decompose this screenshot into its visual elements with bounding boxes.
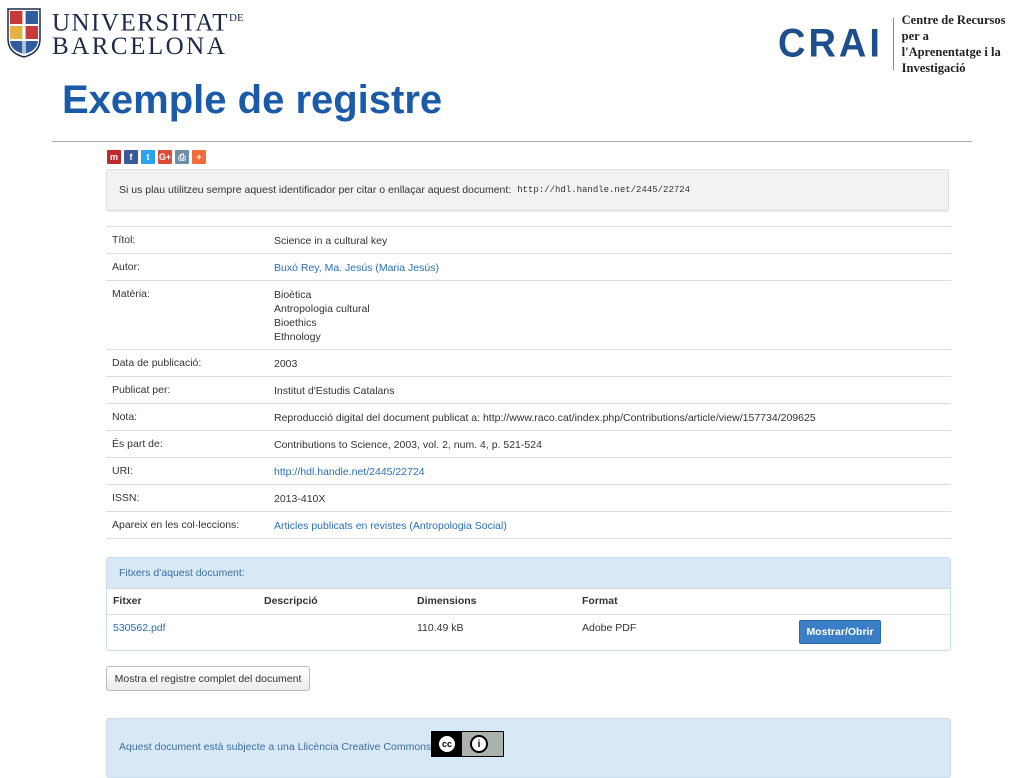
show-open-button[interactable]: Mostrar/Obrir bbox=[799, 620, 881, 644]
files-row-divider bbox=[107, 614, 950, 615]
metadata-row: Títol: Science in a cultural key bbox=[106, 227, 951, 254]
print-icon[interactable]: ⎙ bbox=[175, 150, 189, 164]
files-panel: Fitxers d'aquest document: Fitxer Descri… bbox=[106, 557, 951, 651]
title-divider bbox=[52, 141, 972, 142]
metadata-row: Publicat per: Institut d'Estudis Catalans bbox=[106, 377, 951, 404]
crai-subtitle-line1: Centre de Recursos per a bbox=[901, 13, 1006, 43]
metadata-label: Publicat per: bbox=[112, 384, 171, 396]
identifier-url[interactable]: http://hdl.handle.net/2445/22724 bbox=[517, 185, 690, 195]
metadata-label: Autor: bbox=[112, 261, 141, 273]
crai-subtitle-line2: l'Aprenentatge i la Investigació bbox=[901, 45, 1001, 75]
file-size: 110.49 kB bbox=[417, 622, 464, 634]
metadata-link[interactable]: http://hdl.handle.net/2445/22724 bbox=[274, 465, 951, 479]
more-icon[interactable]: + bbox=[192, 150, 206, 164]
ub-name-de: DE bbox=[229, 12, 244, 24]
files-panel-heading: Fitxers d'aquest document: bbox=[107, 558, 950, 589]
metadata-value: 2003 bbox=[274, 358, 298, 370]
identifier-text: Si us plau utilitzeu sempre aquest ident… bbox=[119, 184, 512, 196]
ub-logo[interactable]: UNIVERSITATDE BARCELONA bbox=[6, 6, 244, 59]
attribution-icon: i bbox=[470, 735, 488, 753]
col-header-file: Fitxer bbox=[113, 595, 142, 607]
metadata-link[interactable]: Articles publicats en revistes (Antropol… bbox=[274, 519, 951, 533]
metadata-value: Contributions to Science, 2003, vol. 2, … bbox=[274, 439, 542, 451]
metadata-value: Science in a cultural key bbox=[274, 235, 388, 247]
metadata-row: Data de publicació: 2003 bbox=[106, 350, 951, 377]
col-header-format: Format bbox=[582, 595, 618, 607]
ub-name-line1: UNIVERSITAT bbox=[52, 9, 229, 37]
metadata-value: Bioethics bbox=[274, 317, 317, 329]
show-full-record-button[interactable]: Mostra el registre complet del document bbox=[106, 666, 310, 691]
metadata-value: Ethnology bbox=[274, 331, 321, 343]
metadata-label: Títol: bbox=[112, 234, 136, 246]
page-title: Exemple de registre bbox=[62, 78, 443, 122]
license-panel: Aquest document està subjecte a una Llic… bbox=[106, 718, 951, 778]
metadata-value: 2013-410X bbox=[274, 493, 326, 505]
metadata-label: Data de publicació: bbox=[112, 357, 202, 369]
metadata-label: Apareix en les col·leccions: bbox=[112, 519, 240, 531]
col-header-dimensions: Dimensions bbox=[417, 595, 477, 607]
ub-shield-icon bbox=[7, 7, 41, 58]
identifier-box: Si us plau utilitzeu sempre aquest ident… bbox=[106, 169, 949, 211]
facebook-icon[interactable]: f bbox=[124, 150, 138, 164]
crai-logo[interactable]: CRAI Centre de Recursos per a l'Aprenent… bbox=[778, 12, 1024, 76]
metadata-table: Títol: Science in a cultural key Autor: Bux… bbox=[106, 226, 951, 539]
metadata-row: ISSN: 2013-410X bbox=[106, 485, 951, 512]
metadata-value: Bioètica bbox=[274, 289, 312, 301]
metadata-value: Antropologia cultural bbox=[274, 303, 370, 315]
metadata-label: Nota: bbox=[112, 411, 138, 423]
metadata-row: Matèria: Bioètica Antropologia cultural Bio… bbox=[106, 281, 951, 350]
file-format: Adobe PDF bbox=[582, 622, 637, 634]
license-text[interactable]: Aquest document està subjecte a una Llic… bbox=[119, 741, 431, 753]
metadata-label: És part de: bbox=[112, 438, 163, 450]
metadata-label: Matèria: bbox=[112, 288, 150, 300]
cc-icon: cc bbox=[437, 734, 457, 754]
share-toolbar: m f t G+ ⎙ + bbox=[107, 150, 206, 164]
mendeley-icon[interactable]: m bbox=[107, 150, 121, 164]
metadata-row: Apareix en les col·leccions: Articles pub… bbox=[106, 512, 951, 539]
crai-wordmark: CRAI bbox=[778, 21, 883, 66]
metadata-link[interactable]: Buxó Rey, Ma. Jesús (Maria Jesús) bbox=[274, 261, 951, 275]
metadata-label: URI: bbox=[112, 465, 133, 477]
twitter-icon[interactable]: t bbox=[141, 150, 155, 164]
metadata-row: Autor: Buxó Rey, Ma. Jesús (Maria Jesús) bbox=[106, 254, 951, 281]
col-header-description: Descripció bbox=[264, 595, 318, 607]
metadata-row: És part de: Contributions to Science, 200… bbox=[106, 431, 951, 458]
cc-by-badge[interactable]: cc i bbox=[431, 731, 504, 757]
metadata-label: ISSN: bbox=[112, 492, 140, 504]
metadata-row: Nota: Reproducció digital del document pu… bbox=[106, 404, 951, 431]
metadata-value: Reproducció digital del document publica… bbox=[274, 412, 816, 424]
googleplus-icon[interactable]: G+ bbox=[158, 150, 172, 164]
ub-name-line2: BARCELONA bbox=[52, 33, 228, 61]
crai-divider bbox=[892, 18, 894, 70]
metadata-row: URI: http://hdl.handle.net/2445/22724 bbox=[106, 458, 951, 485]
file-link[interactable]: 530562.pdf bbox=[113, 622, 166, 634]
metadata-value: Institut d'Estudis Catalans bbox=[274, 385, 395, 397]
